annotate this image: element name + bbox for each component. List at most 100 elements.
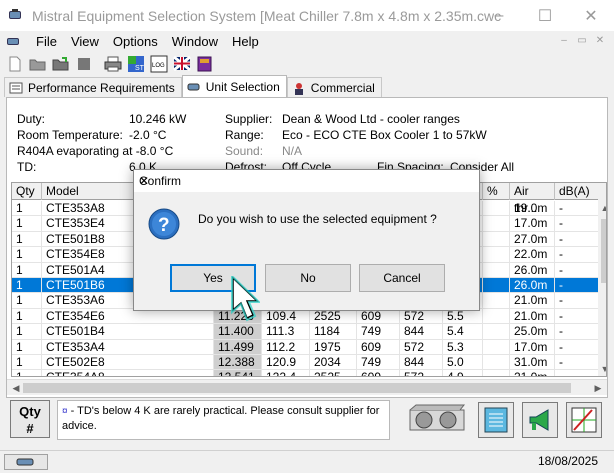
menu-view[interactable]: View — [64, 34, 106, 49]
header-qty[interactable]: Qty — [12, 183, 42, 200]
system-menu-icon[interactable] — [7, 35, 23, 47]
room-temp-label: Room Temperature: — [17, 128, 123, 142]
no-button[interactable]: No — [265, 264, 351, 292]
cell-qty: 1 — [12, 278, 42, 294]
cell-percent — [483, 339, 510, 355]
window-title: Mistral Equipment Selection System [Meat… — [32, 7, 502, 24]
cell-percent — [483, 201, 510, 217]
announce-button[interactable] — [522, 402, 558, 438]
cell-dba: - — [555, 370, 599, 376]
cell-col-4: 2034 — [310, 355, 357, 371]
header-air-throw[interactable]: Air thr... — [510, 183, 555, 215]
megaphone-icon — [529, 409, 549, 431]
cell-dba: - — [555, 231, 599, 248]
tab-label: Commercial — [310, 80, 375, 95]
tab-unit-selection[interactable]: Unit Selection — [181, 75, 287, 97]
horizontal-scrollbar[interactable]: ◀ ▶ — [7, 379, 607, 395]
cell-dba: - — [555, 308, 599, 325]
cell-dba: - — [555, 262, 599, 278]
open-folder-icon[interactable] — [27, 53, 49, 75]
new-file-icon[interactable] — [4, 53, 26, 75]
close-button[interactable]: ✕ — [568, 0, 614, 31]
menu-file[interactable]: File — [29, 34, 64, 49]
book-icon[interactable] — [194, 53, 216, 75]
menu-help[interactable]: Help — [225, 34, 266, 49]
note-box: ¤ - TD's below 4 K are rarely practical.… — [57, 400, 390, 440]
cell-dba: - — [555, 201, 599, 217]
table-row[interactable]: 1 CTE501B4 11.400 111.3 1184 749 844 5.4 25.0m - — [12, 324, 606, 340]
sound-label: Sound: — [225, 144, 264, 158]
toolbar: ST LOG — [0, 52, 614, 76]
scroll-down-arrow[interactable]: ▼ — [598, 362, 606, 376]
supplier-label: Supplier: — [225, 112, 273, 126]
svg-text:LOG: LOG — [152, 63, 165, 69]
question-icon: ? — [148, 208, 180, 240]
stop-icon[interactable] — [73, 53, 95, 75]
mdi-restore-button[interactable]: ▭ — [574, 34, 590, 48]
cell-air-throw: 17.0m — [510, 216, 555, 232]
vertical-scrollbar[interactable]: ▲ ▼ — [598, 183, 606, 376]
header-dba[interactable]: dB(A) — [555, 183, 599, 200]
mdi-minimize-button[interactable]: – — [556, 34, 572, 48]
chart-button[interactable] — [566, 402, 602, 438]
table-row[interactable]: 1CTE354A812.541122.425256095724.9 21.0m- — [12, 370, 606, 376]
cell-air-throw: 21.0m — [510, 370, 555, 376]
cell-col-2: 12.388 — [214, 355, 262, 371]
mdi-close-button[interactable]: ✕ — [592, 34, 608, 48]
cell-col-4: 2525 — [310, 370, 357, 376]
qty-button[interactable]: Qty # — [10, 400, 50, 438]
cell-col-5: 609 — [357, 339, 400, 355]
log-icon[interactable]: LOG — [148, 53, 170, 75]
vertical-scroll-thumb[interactable] — [601, 219, 606, 283]
menu-options[interactable]: Options — [106, 34, 165, 49]
cell-model: CTE354E6 — [42, 308, 214, 325]
cell-percent — [483, 308, 510, 325]
scroll-up-arrow[interactable]: ▲ — [598, 201, 606, 215]
cell-percent — [483, 262, 510, 278]
cell-qty: 1 — [12, 216, 42, 232]
menu-bar: File View Options Window Help – ▭ ✕ — [0, 31, 614, 51]
st-report-icon[interactable]: ST — [125, 53, 147, 75]
status-bar: 18/08/2025 — [0, 450, 614, 473]
commercial-icon — [292, 82, 306, 95]
cell-percent — [483, 278, 510, 294]
svg-text:ST: ST — [135, 65, 145, 72]
cell-col-5: 609 — [357, 370, 400, 376]
datasheet-button[interactable] — [478, 402, 514, 438]
dialog-close-button[interactable]: ✕ — [139, 174, 473, 188]
supplier-value: Dean & Wood Ltd - cooler ranges — [282, 112, 460, 126]
table-row[interactable]: 1 CTE353A4 11.499 112.2 1975 609 572 5.3 17.0m - — [12, 339, 606, 355]
cell-dba: - — [555, 247, 599, 263]
maximize-button[interactable]: ☐ — [522, 0, 568, 31]
unit-icon — [187, 81, 201, 93]
cell-percent — [483, 216, 510, 232]
cell-percent — [483, 355, 510, 371]
cell-dba: - — [555, 278, 599, 294]
cancel-button[interactable]: Cancel — [359, 264, 445, 292]
tab-commercial[interactable]: Commercial — [286, 77, 382, 97]
cell-col-5: 749 — [357, 355, 400, 371]
note-text: - TD's below 4 K are rarely practical. P… — [62, 405, 380, 432]
cooler-unit-image — [406, 402, 468, 438]
table-row[interactable]: 1 CTE502E8 12.388 120.9 2034 749 844 5.0 31.0m - — [12, 355, 606, 371]
scroll-right-arrow[interactable]: ▶ — [591, 381, 605, 395]
title-bar: Mistral Equipment Selection System [Meat… — [0, 0, 614, 31]
cell-col-7: 5.0 — [443, 355, 483, 371]
cell-col-7: 5.3 — [443, 339, 483, 355]
tab-performance-requirements[interactable]: Performance Requirements — [4, 77, 182, 97]
header-percent[interactable]: % — [483, 183, 510, 200]
scroll-left-arrow[interactable]: ◀ — [9, 381, 23, 395]
cell-air-throw: 27.0m — [510, 231, 555, 248]
status-date: 18/08/2025 — [537, 454, 598, 468]
minimize-button[interactable]: – — [476, 0, 522, 31]
flag-icon[interactable] — [171, 53, 193, 75]
open-project-icon[interactable] — [50, 53, 72, 75]
cell-qty: 1 — [12, 247, 42, 263]
cell-air-throw: 31.0m — [510, 355, 555, 371]
table-row[interactable]: 1 CTE354E6 11.223 109.4 2525 609 572 5.5 21.0m - — [12, 308, 606, 325]
menu-window[interactable]: Window — [165, 34, 225, 49]
horizontal-scroll-thumb[interactable] — [23, 383, 571, 393]
cell-col-5: 749 — [357, 324, 400, 340]
print-icon[interactable] — [102, 53, 124, 75]
chart-icon — [571, 407, 597, 433]
